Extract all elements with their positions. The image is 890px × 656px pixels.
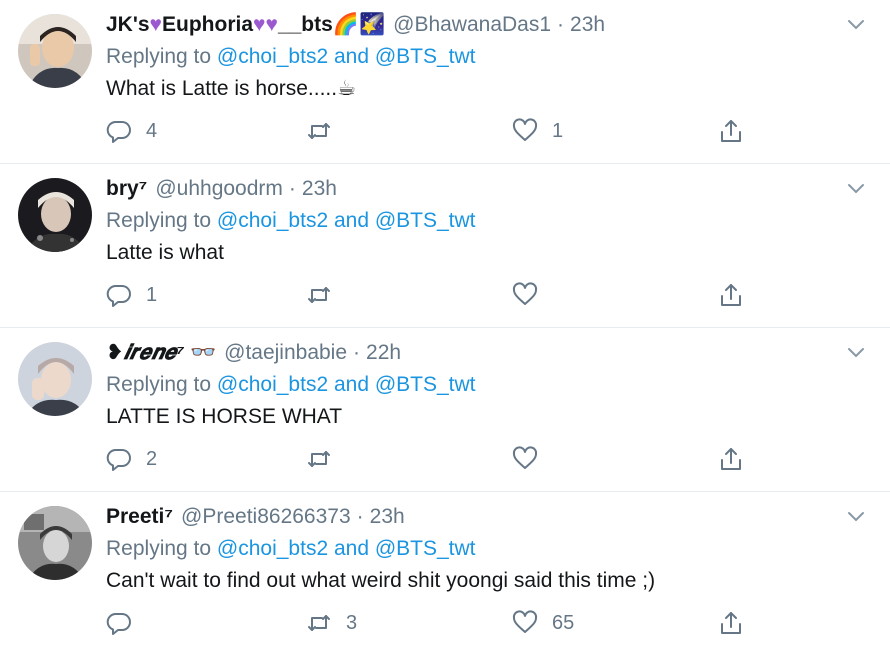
replying-to: Replying to @choi_bts2 and @BTS_twt	[106, 537, 476, 560]
tweet-content: ❥𝒊𝒓𝒆𝒏𝒆⁷ 👓 @taejinbabie · 22h Replying to…	[106, 338, 840, 432]
timestamp[interactable]: 22h	[366, 338, 401, 368]
handle[interactable]: @uhhgoodrm	[155, 174, 283, 204]
display-name[interactable]: JK's♥Euphoria♥♥__bts🌈🌠	[106, 10, 385, 40]
purple-heart-icon: ♥	[149, 13, 162, 36]
share-button[interactable]	[718, 118, 744, 144]
retweet-button[interactable]	[306, 446, 346, 472]
share-button[interactable]	[718, 282, 744, 308]
tweet[interactable]: JK's♥Euphoria♥♥__bts🌈🌠 @BhawanaDas1 · 23…	[0, 0, 890, 164]
tweet-content: JK's♥Euphoria♥♥__bts🌈🌠 @BhawanaDas1 · 23…	[106, 10, 840, 104]
handle[interactable]: @Preeti86266373	[181, 502, 351, 532]
replying-to: Replying to @choi_bts2 and @BTS_twt	[106, 209, 476, 232]
timestamp[interactable]: 23h	[570, 10, 605, 40]
replying-to: Replying to @choi_bts2 and @BTS_twt	[106, 45, 476, 68]
reply-button[interactable]	[106, 610, 146, 636]
separator-dot: ·	[356, 505, 364, 528]
avatar[interactable]	[18, 178, 92, 252]
display-name[interactable]: ❥𝒊𝒓𝒆𝒏𝒆⁷ 👓	[106, 338, 216, 368]
timestamp[interactable]: 23h	[370, 502, 405, 532]
like-button[interactable]	[512, 282, 552, 308]
tweet-actions: 1	[106, 282, 766, 312]
tweet-header: Preeti⁷ @Preeti86266373 · 23h	[106, 502, 840, 532]
eyeglasses-emoji-icon: 👓	[189, 341, 217, 364]
like-icon	[512, 282, 538, 305]
reply-targets-link[interactable]: @choi_bts2 and @BTS_twt	[217, 209, 476, 232]
reply-count: 1	[146, 283, 158, 306]
retweet-icon	[308, 123, 330, 139]
reply-count: 2	[146, 447, 158, 470]
share-button[interactable]	[718, 610, 744, 636]
reply-targets-link[interactable]: @choi_bts2 and @BTS_twt	[217, 373, 476, 396]
reply-button[interactable]: 2	[106, 446, 157, 472]
share-icon	[721, 612, 741, 634]
tweet-actions: 3 65	[106, 610, 766, 640]
display-name[interactable]: Preeti⁷	[106, 502, 173, 532]
reply-targets-link[interactable]: @choi_bts2 and @BTS_twt	[217, 45, 476, 68]
rainbow-emoji-icon: 🌈	[332, 13, 359, 36]
retweet-count: 3	[346, 611, 358, 634]
retweet-icon	[308, 451, 330, 467]
tweet-actions: 2	[106, 446, 766, 476]
avatar[interactable]	[18, 506, 92, 580]
tweet-text: Can't wait to find out what weird shit y…	[106, 569, 656, 592]
like-icon	[512, 610, 538, 633]
caret-down-icon[interactable]	[846, 18, 866, 32]
shooting-star-emoji-icon: 🌠	[358, 13, 386, 36]
tweet-text: What is Latte is horse.....☕	[106, 77, 356, 100]
reply-button[interactable]: 1	[106, 282, 157, 308]
like-button[interactable]	[512, 446, 552, 472]
reply-count: 4	[146, 119, 158, 142]
like-count: 65	[552, 611, 575, 634]
like-button[interactable]: 65	[512, 610, 574, 636]
reply-icon	[106, 449, 131, 471]
replying-to: Replying to @choi_bts2 and @BTS_twt	[106, 373, 476, 396]
retweet-button[interactable]	[306, 282, 346, 308]
like-icon	[512, 446, 538, 469]
like-count: 1	[552, 119, 564, 142]
retweet-icon	[308, 615, 330, 631]
tweet-feed: JK's♥Euphoria♥♥__bts🌈🌠 @BhawanaDas1 · 23…	[0, 0, 890, 656]
tweet[interactable]: Preeti⁷ @Preeti86266373 · 23h Replying t…	[0, 492, 890, 656]
share-icon	[721, 448, 741, 470]
reply-icon	[106, 121, 131, 143]
display-name[interactable]: bry⁷	[106, 174, 147, 204]
reply-icon	[106, 613, 131, 635]
purple-heart-icon: ♥♥	[253, 13, 278, 36]
tweet-text: LATTE IS HORSE WHAT	[106, 405, 343, 428]
tweet[interactable]: bry⁷ @uhhgoodrm · 23h Replying to @choi_…	[0, 164, 890, 328]
like-icon	[512, 118, 538, 141]
tweet[interactable]: ❥𝒊𝒓𝒆𝒏𝒆⁷ 👓 @taejinbabie · 22h Replying to…	[0, 328, 890, 492]
share-button[interactable]	[718, 446, 744, 472]
handle[interactable]: @BhawanaDas1	[393, 10, 551, 40]
reply-targets-link[interactable]: @choi_bts2 and @BTS_twt	[217, 537, 476, 560]
separator-dot: ·	[353, 341, 361, 364]
caret-down-icon[interactable]	[846, 510, 866, 524]
like-button[interactable]: 1	[512, 118, 563, 144]
reply-button[interactable]: 4	[106, 118, 157, 144]
retweet-icon	[308, 287, 330, 303]
caret-down-icon[interactable]	[846, 346, 866, 360]
tweet-text: Latte is what	[106, 241, 224, 264]
separator-dot: ·	[557, 13, 565, 36]
separator-dot: ·	[288, 177, 296, 200]
share-icon	[721, 120, 741, 142]
avatar[interactable]	[18, 14, 92, 88]
handle[interactable]: @taejinbabie	[224, 338, 347, 368]
timestamp[interactable]: 23h	[302, 174, 337, 204]
retweet-button[interactable]	[306, 118, 346, 144]
caret-down-icon[interactable]	[846, 182, 866, 196]
retweet-button[interactable]: 3	[306, 610, 357, 636]
tweet-header: ❥𝒊𝒓𝒆𝒏𝒆⁷ 👓 @taejinbabie · 22h	[106, 338, 840, 368]
tweet-actions: 4 1	[106, 118, 766, 148]
tweet-header: bry⁷ @uhhgoodrm · 23h	[106, 174, 840, 204]
tweet-content: bry⁷ @uhhgoodrm · 23h Replying to @choi_…	[106, 174, 840, 268]
reply-icon	[106, 285, 131, 307]
tweet-header: JK's♥Euphoria♥♥__bts🌈🌠 @BhawanaDas1 · 23…	[106, 10, 840, 40]
avatar[interactable]	[18, 342, 92, 416]
share-icon	[721, 284, 741, 306]
tweet-content: Preeti⁷ @Preeti86266373 · 23h Replying t…	[106, 502, 840, 596]
